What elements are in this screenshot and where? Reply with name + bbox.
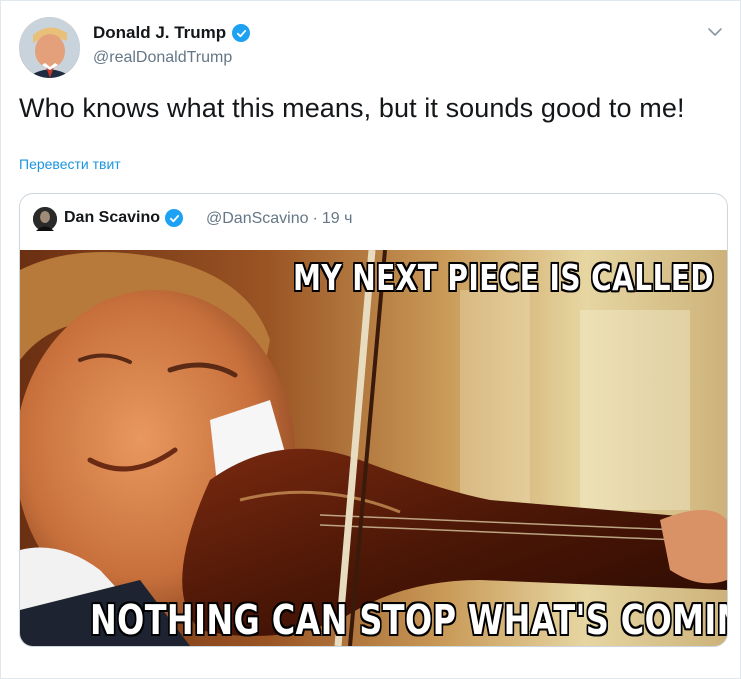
meme-image-illustration	[20, 250, 727, 646]
author-name-row[interactable]: Donald J. Trump	[93, 23, 251, 43]
tweet-text: Who knows what this means, but it sounds…	[19, 93, 685, 123]
quoted-author-name-row[interactable]: Dan Scavino	[64, 209, 184, 227]
translate-tweet-link[interactable]: Перевести твит	[19, 156, 121, 172]
verified-badge-icon	[165, 209, 184, 227]
meta-separator: ·	[312, 210, 318, 227]
tweet-menu-button[interactable]	[704, 21, 726, 43]
quoted-author-avatar[interactable]	[33, 207, 57, 231]
quoted-tweet[interactable]: Dan Scavino @DanScavino · 19 ч MY NEXT P…	[19, 193, 728, 647]
meme-bottom-caption: NOTHING CAN STOP WHAT'S COMING	[90, 596, 727, 644]
quoted-author-handle[interactable]: @DanScavino	[206, 210, 309, 228]
meme-top-caption: MY NEXT PIECE IS CALLED	[293, 258, 715, 299]
quoted-tweet-image[interactable]: MY NEXT PIECE IS CALLED NOTHING CAN STOP…	[20, 250, 727, 646]
author-avatar[interactable]	[19, 17, 80, 78]
tweet-card: Donald J. Trump @realDonaldTrump Who kno…	[0, 0, 741, 679]
avatar-portrait-icon	[19, 17, 80, 78]
author-handle[interactable]: @realDonaldTrump	[93, 49, 232, 67]
quoted-tweet-meta: @DanScavino · 19 ч	[206, 210, 352, 228]
author-name[interactable]: Donald J. Trump	[93, 23, 226, 43]
chevron-down-icon	[708, 28, 722, 36]
verified-badge-icon	[232, 24, 251, 42]
avatar-portrait-icon	[33, 207, 57, 231]
quoted-tweet-time[interactable]: 19 ч	[322, 210, 353, 228]
quoted-author-name[interactable]: Dan Scavino	[64, 209, 160, 227]
